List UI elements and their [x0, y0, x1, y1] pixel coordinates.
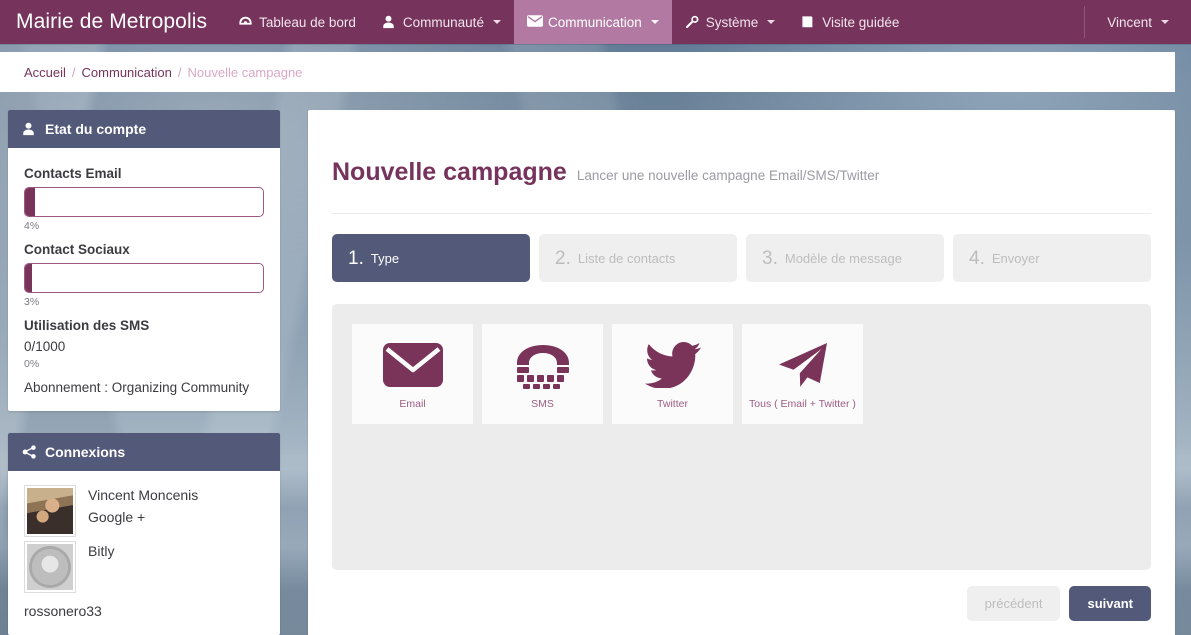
campaign-type-label: SMS: [531, 398, 554, 410]
paper-plane-icon: [777, 340, 829, 390]
campaign-type-sms[interactable]: SMS: [482, 324, 603, 424]
nav-item-communication[interactable]: Communication: [513, 0, 672, 44]
nav-item-visite-guidee[interactable]: Visite guidée: [788, 0, 912, 44]
phone-keypad-icon: [513, 340, 573, 390]
chevron-down-icon: [492, 20, 501, 24]
chevron-down-icon: [650, 20, 659, 24]
tab-step-type[interactable]: 1. Type: [332, 234, 530, 282]
step-number: 2.: [555, 247, 571, 269]
progress-fill: [25, 188, 35, 216]
step-number: 3.: [762, 247, 778, 269]
account-status-body: Contacts Email 4% Contact Sociaux 3% Uti…: [8, 148, 280, 411]
wrench-icon: [685, 15, 700, 29]
connections-body: Vincent Moncenis Google + Bitly rossoner…: [8, 471, 280, 635]
breadcrumb: Accueil / Communication / Nouvelle campa…: [0, 52, 1175, 92]
breadcrumb-item-accueil[interactable]: Accueil: [24, 65, 66, 80]
sms-usage-percent: 0%: [24, 358, 40, 370]
avatar: [24, 541, 76, 593]
connection-text: Vincent Moncenis Google +: [88, 485, 198, 528]
campaign-type-label: Tous ( Email + Twitter ): [749, 398, 856, 410]
nav-label: Système: [705, 14, 759, 30]
step-label: Envoyer: [991, 250, 1040, 266]
share-icon: [22, 445, 37, 459]
nav-items: Tableau de bord Communauté Communication…: [225, 0, 912, 44]
campaign-type-label: Email: [399, 398, 426, 410]
tab-step-modele-de-message[interactable]: 3. Modèle de message: [746, 234, 944, 282]
avatar: [24, 485, 76, 537]
brand-title[interactable]: Mairie de Metropolis: [0, 0, 225, 44]
subscription-label: Abonnement : Organizing Community: [24, 380, 250, 395]
connection-name: Vincent Moncenis: [88, 487, 199, 503]
nav-user-label: Vincent: [1107, 14, 1152, 30]
progress-contact-sociaux: [24, 263, 264, 293]
stat-label-sms: Utilisation des SMS: [24, 318, 150, 333]
nav-user-menu[interactable]: Vincent: [1085, 0, 1191, 44]
progress-percent-contacts-email: 4%: [24, 220, 40, 232]
step-number: 1.: [348, 247, 364, 269]
envelope-icon: [382, 340, 444, 390]
connection-text: Bitly: [88, 541, 114, 563]
chevron-down-icon: [1161, 20, 1169, 24]
breadcrumb-item-current: Nouvelle campagne: [187, 64, 303, 80]
nav-item-systeme[interactable]: Système: [672, 0, 789, 44]
nav-right: Vincent: [1084, 0, 1191, 44]
tab-step-liste-de-contacts[interactable]: 2. Liste de contacts: [539, 234, 737, 282]
campaign-type-area: Email SMS Twitter Tous (Email + Twitter…: [332, 304, 1151, 570]
previous-button[interactable]: précédent: [966, 586, 1061, 621]
connection-name: Bitly: [88, 543, 115, 559]
list-item[interactable]: Vincent Moncenis Google +: [24, 485, 264, 537]
connection-extra-account: rossonero33: [24, 603, 102, 619]
page-title: Nouvelle campagne: [332, 158, 567, 186]
user-icon: [382, 15, 397, 29]
connections-panel: Connexions Vincent Moncenis Google + Bit…: [8, 433, 280, 635]
nav-item-tableau-de-bord[interactable]: Tableau de bord: [225, 0, 369, 44]
tab-step-envoyer[interactable]: 4. Envoyer: [953, 234, 1151, 282]
panel-title: Connexions: [45, 444, 126, 460]
campaign-type-label: Twitter: [657, 398, 688, 410]
next-button[interactable]: suivant: [1069, 586, 1151, 621]
step-label: Type: [370, 250, 400, 266]
page-header: Nouvelle campagne Lancer une nouvelle ca…: [332, 158, 1151, 187]
nav-label: Tableau de bord: [259, 14, 356, 30]
campaign-type-email[interactable]: Email: [352, 324, 473, 424]
book-icon: [801, 15, 816, 29]
divider: [332, 213, 1151, 214]
sidebar: Etat du compte Contacts Email 4% Contact…: [8, 110, 280, 635]
main-content-panel: Nouvelle campagne Lancer une nouvelle ca…: [308, 110, 1175, 635]
wizard-actions: précédent suivant: [332, 570, 1151, 635]
envelope-icon: [526, 15, 543, 29]
panel-title: Etat du compte: [45, 121, 147, 137]
twitter-bird-icon: [644, 340, 701, 390]
list-item[interactable]: Bitly: [24, 541, 264, 593]
nav-label: Communauté: [402, 14, 484, 30]
nav-label: Visite guidée: [822, 14, 900, 30]
account-status-panel: Etat du compte Contacts Email 4% Contact…: [8, 110, 280, 411]
user-icon: [22, 122, 37, 136]
connection-network: Google +: [88, 508, 146, 525]
sms-usage-value: 0/1000: [24, 339, 66, 354]
wizard-steps: 1. Type 2. Liste de contacts 3. Modèle d…: [332, 234, 1151, 282]
dashboard-icon: [238, 15, 253, 29]
page-subtitle: Lancer une nouvelle campagne Email/SMS/T…: [576, 168, 880, 183]
campaign-type-all[interactable]: Tous ( Email + Twitter ): [742, 324, 863, 424]
campaign-type-cards: Email SMS Twitter Tous (Email + Twitter…: [352, 324, 1131, 424]
stat-label-contacts-email: Contacts Email: [24, 166, 122, 181]
step-number: 4.: [969, 247, 985, 269]
top-navbar: Mairie de Metropolis Tableau de bord Com…: [0, 0, 1191, 44]
breadcrumb-separator: /: [71, 64, 76, 80]
chevron-down-icon: [767, 20, 776, 24]
breadcrumb-separator: /: [177, 64, 182, 80]
connections-header: Connexions: [8, 433, 280, 471]
campaign-type-twitter[interactable]: Twitter: [612, 324, 733, 424]
progress-contacts-email: [24, 187, 264, 217]
account-status-header: Etat du compte: [8, 110, 280, 148]
step-label: Liste de contacts: [577, 250, 676, 266]
progress-fill: [25, 264, 33, 292]
progress-percent-contact-sociaux: 3%: [24, 296, 40, 308]
nav-item-communaute[interactable]: Communauté: [369, 0, 514, 44]
nav-label: Communication: [547, 14, 642, 30]
breadcrumb-item-communication[interactable]: Communication: [82, 65, 172, 80]
step-label: Modèle de message: [784, 250, 902, 266]
stat-label-contact-sociaux: Contact Sociaux: [24, 242, 130, 257]
